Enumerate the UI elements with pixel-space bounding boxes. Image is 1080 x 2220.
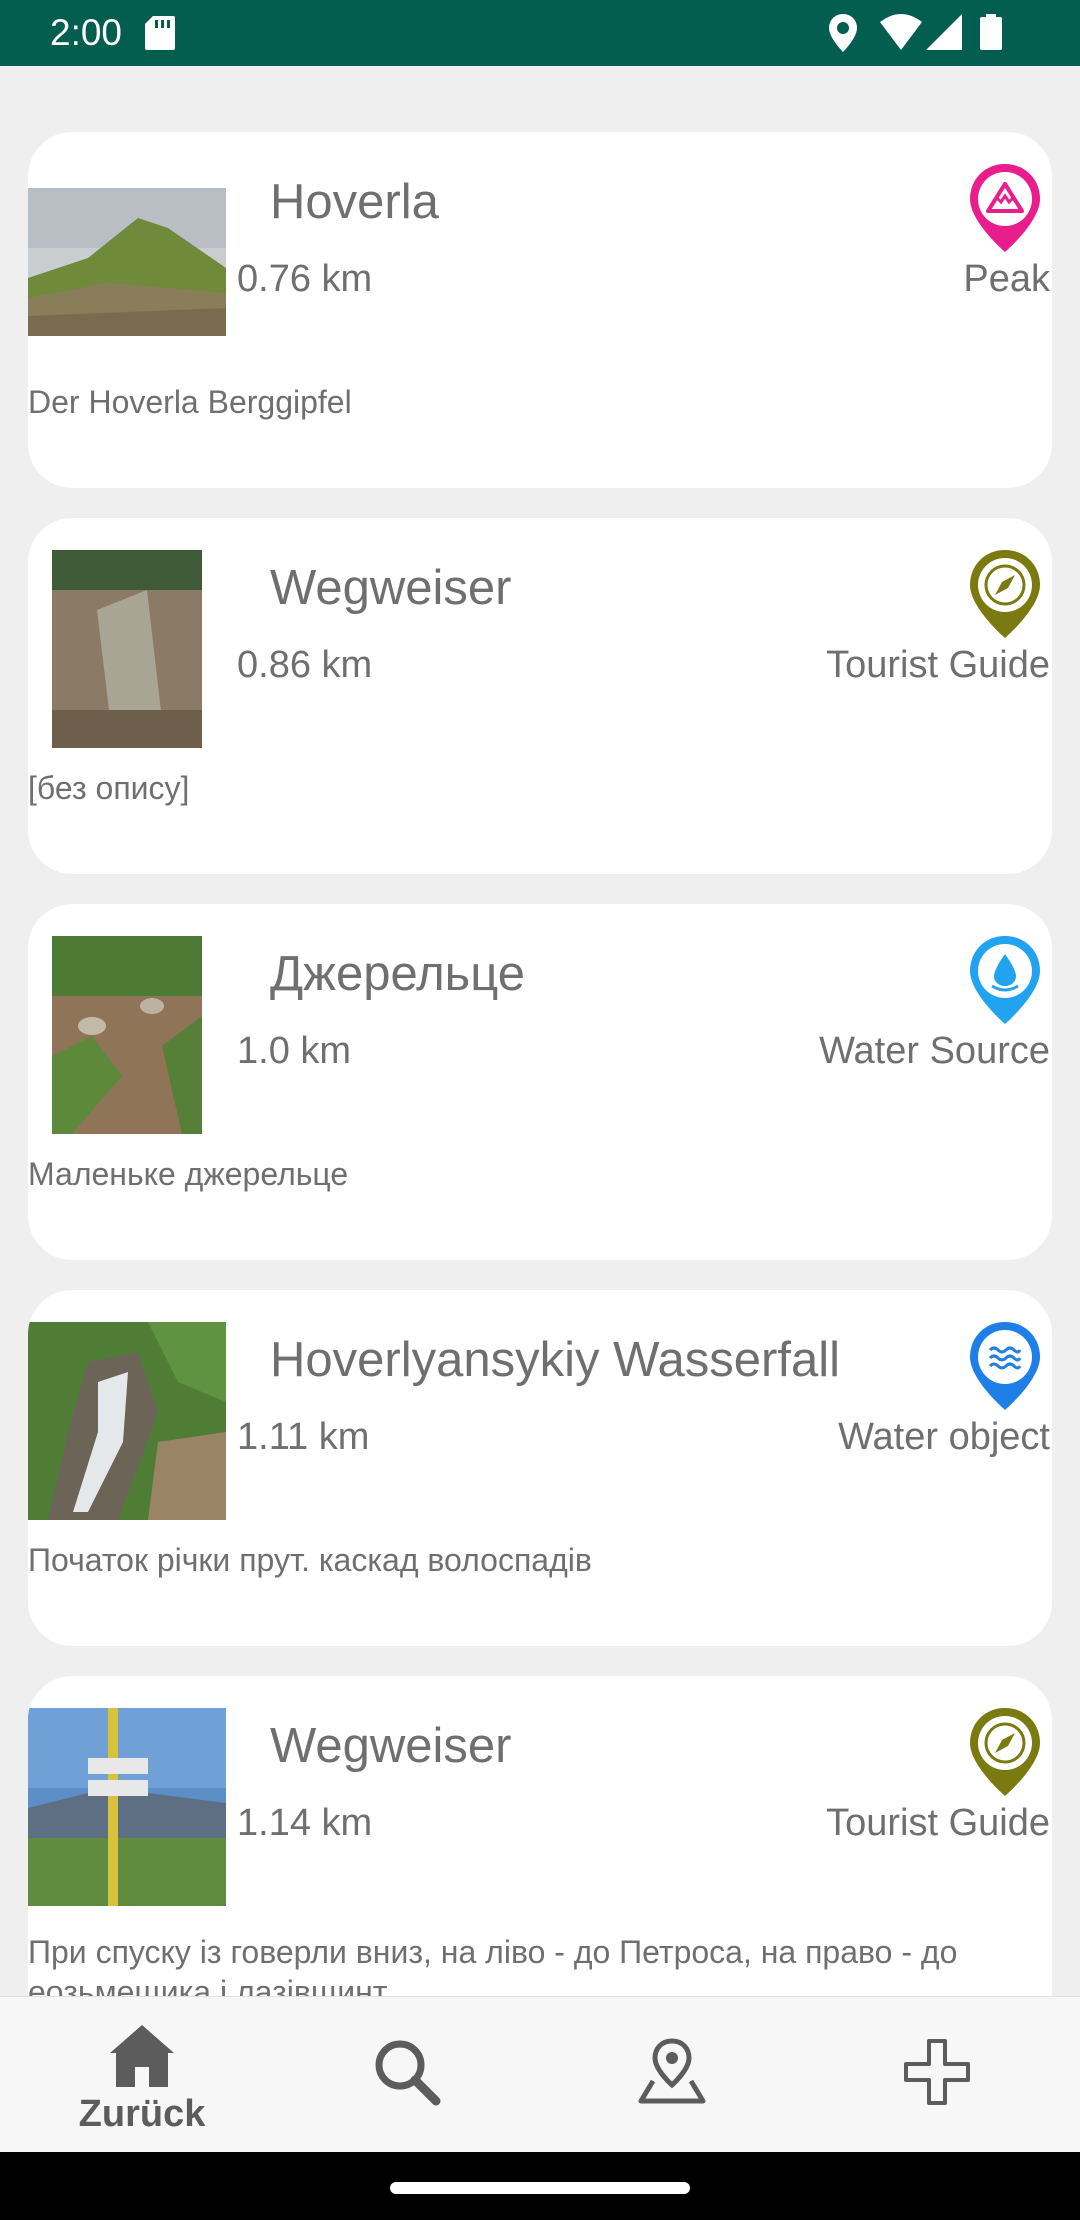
poi-title: Hoverlyansykiy Wasserfall (270, 1333, 840, 1387)
poi-category: Water object (838, 1416, 1050, 1458)
poi-description: Маленьке джерельце (28, 1156, 349, 1192)
poi-description: При спуску із говерли вниз, на ліво - до… (28, 1934, 958, 1996)
poi-distance: 0.76 km (237, 258, 373, 300)
poi-image (28, 188, 226, 336)
poi-description: Початок річки прут. каскад волоспадів (28, 1542, 592, 1578)
bottom-navigation: Zurück (0, 1996, 1080, 2153)
water-drop-icon (970, 936, 1040, 1024)
nav-add[interactable] (802, 1997, 1072, 2153)
poi-title: Hoverla (270, 175, 439, 229)
map-pin-icon (638, 2038, 706, 2104)
gesture-bar (0, 2152, 1080, 2220)
poi-card-wegweiser-2[interactable]: Wegweiser 1.14 km Tourist Guide При спус… (28, 1676, 1052, 1996)
compass-icon (970, 1708, 1040, 1796)
nav-home-label: Zurück (78, 2093, 206, 2135)
poi-distance: 1.0 km (237, 1030, 352, 1072)
poi-distance: 0.86 km (237, 644, 373, 686)
poi-title: Джерельце (270, 947, 525, 1001)
poi-image (28, 1708, 226, 1906)
plus-icon (904, 2039, 970, 2105)
poi-distance: 1.11 km (237, 1416, 370, 1458)
poi-description: [без опису] (28, 770, 190, 806)
poi-card-waterfall[interactable]: Hoverlyansykiy Wasserfall 1.11 km Water … (28, 1290, 1052, 1646)
location-icon (829, 14, 857, 52)
poi-image (52, 936, 202, 1134)
poi-card-wegweiser[interactable]: Wegweiser 0.86 km Tourist Guide [без опи… (28, 518, 1052, 874)
poi-category: Tourist Guide (826, 1802, 1050, 1844)
poi-list[interactable]: Hoverla 0.76 km Peak Der Hoverla Berggip… (0, 66, 1080, 1996)
status-time: 2:00 (50, 12, 123, 53)
poi-distance: 1.14 km (237, 1802, 373, 1844)
nav-search[interactable] (272, 1997, 542, 2153)
home-icon (110, 2025, 174, 2087)
sd-card-icon (145, 16, 175, 50)
poi-card-hoverla[interactable]: Hoverla 0.76 km Peak Der Hoverla Berggip… (28, 132, 1052, 488)
nav-map[interactable] (537, 1997, 807, 2153)
nav-home[interactable]: Zurück (7, 1997, 277, 2153)
signal-icon (926, 14, 962, 50)
mountain-icon (970, 164, 1040, 252)
compass-icon (970, 550, 1040, 638)
status-bar: 2:00 (0, 0, 1080, 66)
poi-category: Tourist Guide (826, 644, 1050, 686)
poi-title: Wegweiser (270, 561, 512, 615)
poi-image (28, 1322, 226, 1520)
home-gesture-handle[interactable] (390, 2182, 690, 2194)
poi-card-dzherelce[interactable]: Джерельце 1.0 km Water Source Маленьке д… (28, 904, 1052, 1260)
wifi-icon (880, 14, 922, 50)
search-icon (375, 2040, 441, 2106)
poi-category: Peak (963, 258, 1050, 300)
waves-icon (970, 1322, 1040, 1410)
poi-category: Water Source (819, 1030, 1050, 1072)
poi-description: Der Hoverla Berggipfel (28, 384, 352, 420)
battery-icon (980, 14, 1002, 50)
poi-title: Wegweiser (270, 1719, 512, 1773)
poi-image (52, 550, 202, 748)
